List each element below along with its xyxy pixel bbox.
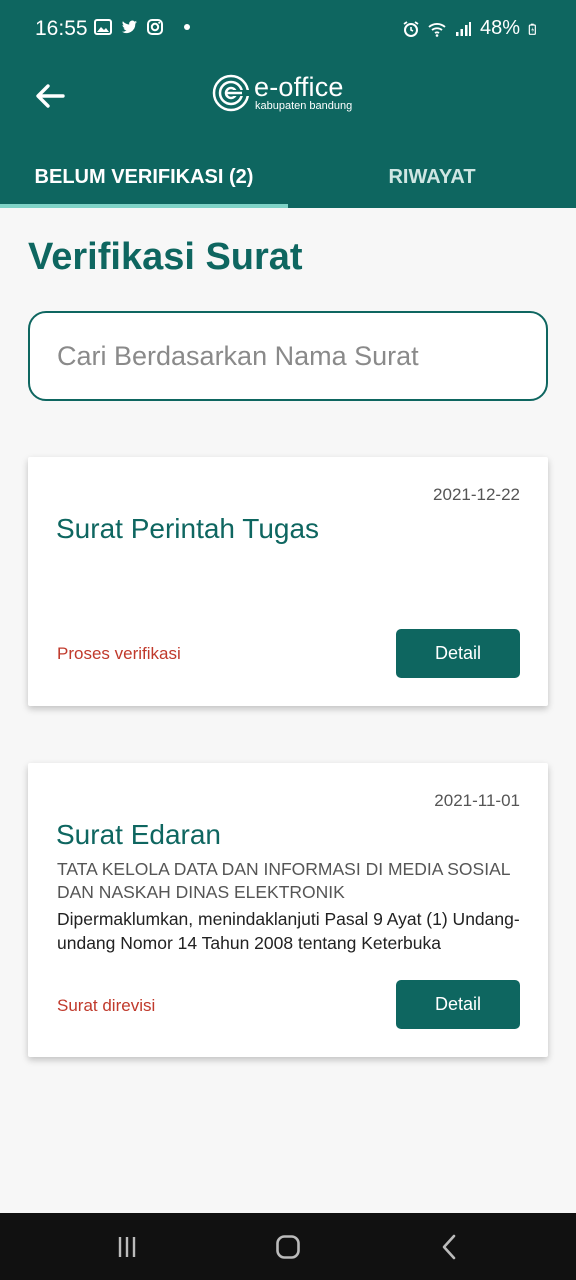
app-header: 16:55 48% e-office kabupaten bandung BEL… [0, 0, 576, 208]
alarm-icon [403, 20, 419, 37]
letter-title: Surat Perintah Tugas [56, 513, 320, 544]
detail-button[interactable]: Detail [396, 980, 520, 1029]
status-time: 16:55 [35, 17, 88, 40]
recent-apps-button[interactable] [107, 1231, 147, 1263]
tab-belum-verifikasi-label: BELUM VERIFIKASI (2) [34, 165, 254, 188]
letter-status: Proses verifikasi [57, 644, 181, 663]
eoffice-logo: e-office kabupaten bandung [212, 72, 372, 116]
letter-date: 2021-12-22 [433, 485, 520, 504]
eoffice-logo-icon [212, 74, 250, 112]
home-icon [276, 1235, 300, 1259]
back-arrow-icon [36, 84, 65, 108]
battery-percent: 48% [479, 17, 520, 39]
tab-belum-verifikasi[interactable]: BELUM VERIFIKASI (2) [0, 146, 288, 208]
tab-riwayat-label: RIWAYAT [388, 165, 476, 188]
tab-bar: BELUM VERIFIKASI (2) RIWAYAT [0, 146, 576, 208]
system-navigation-bar [0, 1213, 576, 1280]
status-bar: 16:55 48% [0, 0, 576, 58]
letter-description: Dipermaklumkan, menindaklanjuti Pasal 9 … [57, 909, 520, 953]
letter-card: 2021-12-22 Surat Perintah Tugas Proses v… [28, 457, 548, 706]
detail-button[interactable]: Detail [396, 629, 520, 678]
twitter-icon [121, 20, 137, 33]
instagram-icon [147, 19, 163, 35]
system-back-button[interactable] [429, 1231, 469, 1263]
letter-title: Surat Edaran [56, 819, 221, 850]
logo-subtitle: kabupaten bandung [255, 100, 353, 112]
page-title: Verifikasi Surat [28, 236, 303, 278]
letter-card: 2021-11-01 Surat Edaran TATA KELOLA DATA… [28, 763, 548, 1057]
recent-apps-icon [118, 1237, 136, 1257]
search-field [28, 311, 548, 401]
signal-icon [455, 21, 471, 36]
wifi-icon [428, 22, 446, 37]
battery-icon [528, 23, 536, 35]
gallery-icon [94, 19, 112, 35]
tab-riwayat[interactable]: RIWAYAT [288, 146, 576, 208]
letter-status: Surat direvisi [57, 996, 156, 1015]
back-button[interactable] [30, 76, 70, 116]
search-input[interactable] [30, 313, 546, 399]
dot-icon [184, 24, 190, 30]
back-icon [442, 1234, 456, 1260]
letter-subject: TATA KELOLA DATA DAN INFORMASI DI MEDIA … [57, 859, 510, 902]
letter-date: 2021-11-01 [434, 791, 520, 810]
tab-indicator [0, 204, 288, 208]
home-button[interactable] [268, 1231, 308, 1263]
logo-title: e-office [254, 72, 344, 102]
